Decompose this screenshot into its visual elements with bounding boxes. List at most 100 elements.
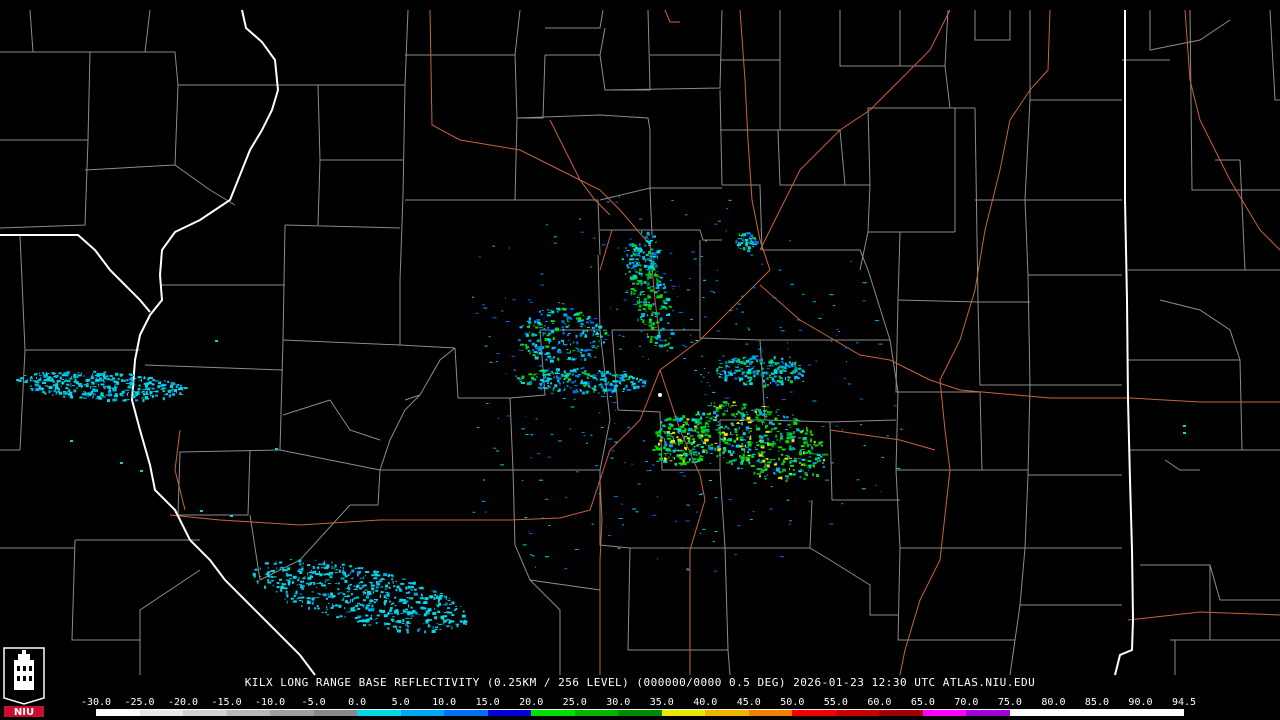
echo-pixel [365, 606, 368, 610]
echo-pixel [85, 393, 89, 396]
echo-pixel [850, 260, 853, 262]
echo-pixel [632, 508, 637, 510]
echo-pixel [789, 240, 791, 242]
echo-pixel [589, 349, 593, 351]
echo-pixel [298, 568, 302, 571]
echo-pixel [822, 313, 823, 315]
echo-pixel [405, 624, 408, 626]
echo-pixel [737, 410, 739, 414]
echo-pixel [580, 351, 583, 354]
echo-pixel [779, 365, 783, 367]
echo-pixel [143, 393, 146, 396]
echo-pixel [334, 572, 338, 573]
echo-pixel [784, 362, 787, 366]
echo-pixel [350, 583, 352, 585]
echo-pixel [385, 591, 389, 593]
echo-pixel [534, 320, 537, 324]
echo-pixel [545, 224, 548, 226]
echo-pixel [332, 603, 334, 606]
echo-pixel [125, 389, 130, 391]
echo-pixel [708, 444, 711, 447]
echo-pixel [647, 282, 650, 285]
echo-pixel [505, 321, 510, 322]
echo-pixel [608, 535, 612, 536]
echo-pixel [359, 577, 363, 579]
echo-pixel [774, 362, 778, 366]
echo-pixel [393, 585, 396, 588]
echo-pixel [803, 441, 807, 445]
echo-pixel [565, 325, 569, 328]
echo-pixel [734, 416, 737, 418]
echo-pixel [746, 459, 750, 462]
echo-pixel [545, 345, 550, 348]
echo-pixel [289, 578, 292, 580]
echo-pixel [798, 437, 801, 439]
echo-pixel [714, 223, 718, 225]
echo-pixel [93, 393, 97, 395]
echo-pixel [663, 273, 667, 275]
echo-pixel [374, 573, 378, 577]
echo-pixel [492, 245, 496, 247]
echo-pixel [430, 625, 432, 627]
echo-pixel [670, 328, 673, 331]
echo-pixel [514, 375, 517, 377]
echo-pixel [638, 309, 641, 312]
colorscale-label: 5.0 [391, 697, 410, 708]
echo-pixel [669, 279, 672, 281]
echo-pixel [766, 378, 769, 380]
echo-pixel [787, 379, 790, 381]
echo-pixel [344, 607, 346, 610]
echo-pixel [656, 496, 658, 498]
echo-pixel [611, 374, 616, 376]
echo-pixel [774, 370, 778, 373]
echo-pixel [693, 451, 698, 454]
echo-pixel [385, 584, 389, 588]
echo-pixel [596, 335, 599, 337]
echo-pixel [746, 411, 748, 414]
echo-pixel [603, 380, 607, 382]
echo-pixel [759, 360, 762, 363]
echo-pixel [360, 581, 364, 584]
echo-pixel [649, 469, 652, 471]
echo-pixel [88, 381, 90, 383]
echo-pixel [742, 414, 746, 417]
echo-pixel [696, 423, 699, 426]
echo-pixel [407, 585, 411, 589]
echo-pixel [625, 291, 629, 293]
echo-pixel [804, 451, 808, 454]
echo-pixel [810, 433, 814, 436]
echo-pixel [724, 376, 728, 379]
echo-pixel [720, 367, 723, 368]
echo-pixel [648, 321, 653, 324]
echo-pixel [628, 270, 631, 273]
echo-pixel [651, 270, 654, 272]
echo-pixel [600, 386, 604, 389]
echo-pixel [789, 464, 794, 467]
echo-pixel [561, 303, 565, 305]
echo-pixel [618, 518, 623, 519]
echo-pixel [773, 471, 776, 474]
echo-pixel [582, 331, 585, 335]
echo-pixel [664, 457, 666, 461]
echo-pixel [638, 272, 640, 275]
echo-pixel [273, 569, 275, 572]
echo-pixel [650, 263, 654, 265]
echo-pixel [688, 428, 693, 431]
echo-pixel [429, 595, 434, 598]
echo-pixel [135, 399, 139, 402]
echo-pixel [302, 562, 304, 565]
echo-pixel [97, 379, 100, 382]
echo-pixel [387, 582, 390, 585]
echo-pixel [770, 459, 772, 462]
echo-pixel [749, 383, 753, 385]
echo-pixel [686, 437, 690, 440]
echo-pixel [779, 439, 781, 443]
echo-pixel [607, 388, 612, 392]
echo-pixel [639, 256, 641, 258]
echo-pixel [745, 464, 747, 466]
echo-pixel [727, 366, 731, 368]
echo-pixel [681, 427, 685, 429]
echo-pixel [542, 332, 545, 335]
echo-pixel [601, 427, 604, 428]
echo-pixel [698, 433, 701, 436]
